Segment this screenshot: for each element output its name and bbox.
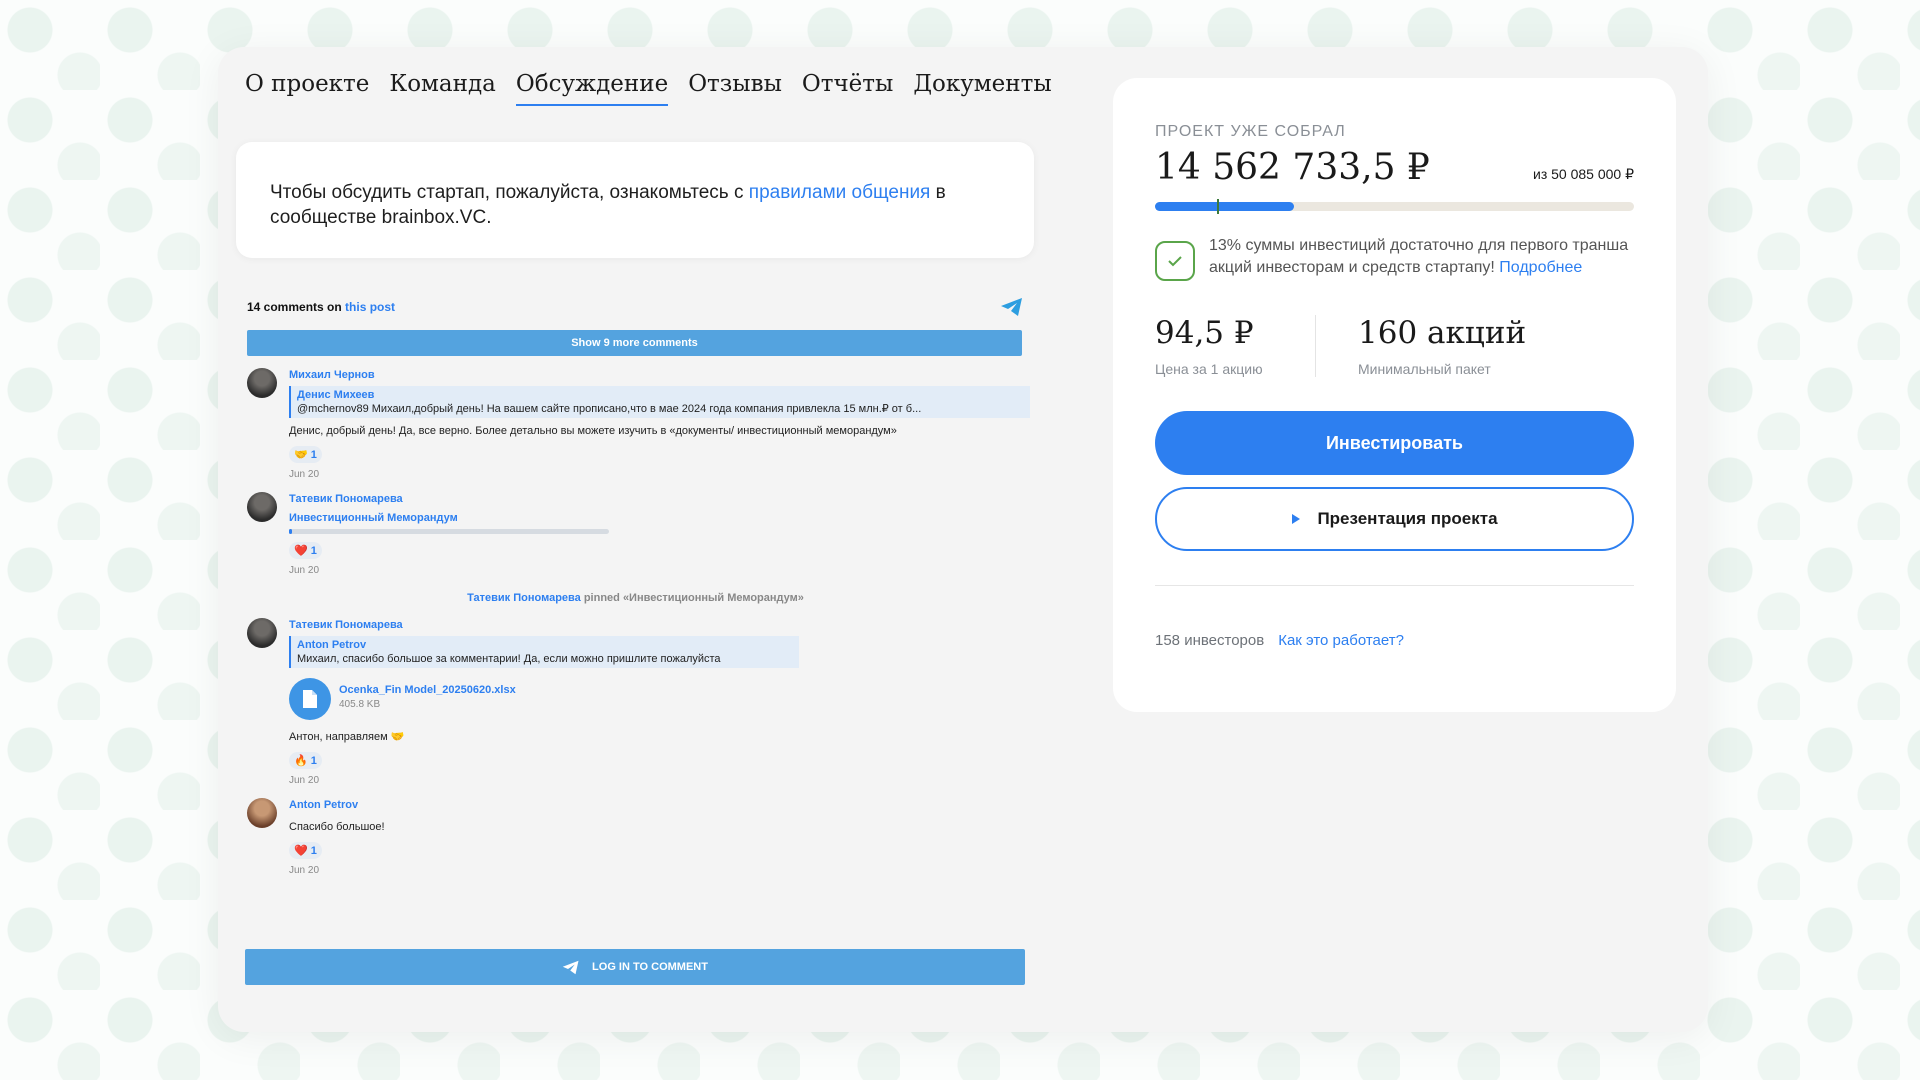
comment-date: Jun 20 xyxy=(289,865,320,876)
reaction-badge[interactable]: ❤️ 1 xyxy=(289,542,322,559)
tab-team[interactable]: Команда xyxy=(389,71,495,106)
share-price: 94,5 ₽ xyxy=(1155,315,1254,351)
panel-footer: 158 инвесторов Как это работает? xyxy=(1155,632,1634,649)
file-attachment[interactable]: Ocenka_Fin Model_20250620.xlsx 405.8 KB xyxy=(289,678,1024,720)
notice-text: Чтобы обсудить стартап, пожалуйста, озна… xyxy=(270,182,749,203)
comments-widget: 14 comments on this post Show 9 more com… xyxy=(247,297,1030,876)
presentation-button[interactable]: Презентация проекта xyxy=(1155,487,1634,551)
project-tabs: О проекте Команда Обсуждение Отзывы Отчё… xyxy=(245,71,1052,106)
tab-reports[interactable]: Отчёты xyxy=(802,71,893,106)
reaction-badge[interactable]: 🤝 1 xyxy=(289,446,322,463)
comment-date: Jun 20 xyxy=(289,565,320,576)
raised-amount: 14 562 733,5 ₽ xyxy=(1155,147,1430,188)
play-icon xyxy=(1292,514,1301,524)
reaction-count: 1 xyxy=(310,844,317,857)
discussion-notice: Чтобы обсудить стартап, пожалуйста, озна… xyxy=(236,142,1034,258)
reply-author: Anton Petrov xyxy=(297,639,367,651)
file-name[interactable]: Ocenka_Fin Model_20250620.xlsx xyxy=(339,684,516,696)
comment-item: Михаил Чернов Денис Михеев @mchernov89 М… xyxy=(247,368,1030,480)
goal-amount: из 50 085 000 ₽ xyxy=(1533,166,1634,182)
comment-text: Спасибо большое! xyxy=(289,821,385,833)
avatar[interactable] xyxy=(247,618,277,648)
tab-documents[interactable]: Документы xyxy=(913,71,1051,106)
funding-progress-bar xyxy=(1155,199,1634,214)
reaction-count: 1 xyxy=(310,544,317,557)
comments-count: 14 comments on xyxy=(247,300,342,314)
document-progress-bar xyxy=(289,529,609,534)
pinned-author[interactable]: Татевик Пономарева xyxy=(467,592,581,604)
how-it-works-link[interactable]: Как это работает? xyxy=(1278,632,1404,649)
reaction-count: 1 xyxy=(310,448,317,461)
reply-text: @mchernov89 Михаил,добрый день! На вашем… xyxy=(297,403,922,415)
project-card: О проекте Команда Обсуждение Отзывы Отчё… xyxy=(218,47,1708,1032)
comment-author[interactable]: Михаил Чернов xyxy=(289,368,1024,382)
reaction-badge[interactable]: 🔥 1 xyxy=(289,752,322,769)
funding-progress-fill xyxy=(1155,202,1294,211)
pinned-text: pinned «Инвестиционный Меморандум» xyxy=(580,592,804,604)
comment-date: Jun 20 xyxy=(289,469,320,480)
tab-discussion[interactable]: Обсуждение xyxy=(515,71,669,106)
raised-label: ПРОЕКТ УЖЕ СОБРАЛ xyxy=(1155,123,1346,140)
login-label: LOG IN TO COMMENT xyxy=(592,961,708,973)
reply-author: Денис Михеев xyxy=(297,389,375,401)
reaction-emoji: ❤️ xyxy=(294,545,308,557)
post-link[interactable]: this post xyxy=(345,300,395,314)
file-icon[interactable] xyxy=(289,678,331,720)
share-price-label: Цена за 1 акцию xyxy=(1155,361,1263,377)
reaction-emoji: ❤️ xyxy=(294,845,308,857)
reaction-count: 1 xyxy=(310,754,317,767)
rules-link[interactable]: правилами общения xyxy=(749,182,931,203)
tab-reviews[interactable]: Отзывы xyxy=(688,71,782,106)
pinned-message: Татевик Пономарева pinned «Инвестиционны… xyxy=(247,592,1024,604)
comment-text: Антон, направляем 🤝 xyxy=(289,731,405,743)
telegram-icon[interactable] xyxy=(1000,297,1024,317)
share-stats: 94,5 ₽ Цена за 1 акцию 160 акций Минимал… xyxy=(1155,315,1634,377)
file-size: 405.8 KB xyxy=(339,699,381,710)
memorandum-link[interactable]: Инвестиционный Меморандум xyxy=(289,512,1024,524)
comment-text: Денис, добрый день! Да, все верно. Более… xyxy=(289,425,897,437)
comments-header: 14 comments on this post xyxy=(247,297,1024,317)
avatar[interactable] xyxy=(247,798,277,828)
check-icon xyxy=(1155,241,1195,281)
investors-count: 158 инвесторов xyxy=(1155,632,1265,649)
comment-item: Татевик Пономарева Anton Petrov Михаил, … xyxy=(247,618,1024,786)
comment-author[interactable]: Татевик Пономарева xyxy=(289,492,1024,506)
show-more-comments-button[interactable]: Show 9 more comments xyxy=(247,330,1022,356)
investment-panel: ПРОЕКТ УЖЕ СОБРАЛ 14 562 733,5 ₽ из 50 0… xyxy=(1113,78,1676,712)
telegram-icon xyxy=(562,960,579,974)
reply-quote[interactable]: Денис Михеев @mchernov89 Михаил,добрый д… xyxy=(289,386,1030,418)
comment-item: Anton Petrov Спасибо большое! ❤️ 1 Jun 20 xyxy=(247,798,1024,876)
divider xyxy=(1155,585,1634,586)
comment-item: Татевик Пономарева Инвестиционный Мемора… xyxy=(247,492,1024,576)
reply-quote[interactable]: Anton Petrov Михаил, спасибо большое за … xyxy=(289,636,799,668)
min-package: 160 акций xyxy=(1358,315,1527,351)
login-to-comment-button[interactable]: LOG IN TO COMMENT xyxy=(245,949,1025,985)
threshold-marker xyxy=(1217,199,1220,214)
more-info-link[interactable]: Подробнее xyxy=(1499,259,1582,276)
comment-author[interactable]: Татевик Пономарева xyxy=(289,618,1024,632)
min-package-label: Минимальный пакет xyxy=(1358,361,1491,377)
reaction-badge[interactable]: ❤️ 1 xyxy=(289,842,322,859)
reaction-emoji: 🔥 xyxy=(294,755,308,767)
reply-text: Михаил, спасибо большое за комментарии! … xyxy=(297,653,721,665)
comment-date: Jun 20 xyxy=(289,775,320,786)
threshold-info: 13% суммы инвестиций достаточно для перв… xyxy=(1155,235,1634,281)
reaction-emoji: 🤝 xyxy=(294,449,308,461)
comment-author[interactable]: Anton Petrov xyxy=(289,798,1024,812)
avatar[interactable] xyxy=(247,492,277,522)
presentation-label: Презентация проекта xyxy=(1317,509,1498,528)
invest-button[interactable]: Инвестировать xyxy=(1155,411,1634,475)
avatar[interactable] xyxy=(247,368,277,398)
tab-about[interactable]: О проекте xyxy=(245,71,369,106)
